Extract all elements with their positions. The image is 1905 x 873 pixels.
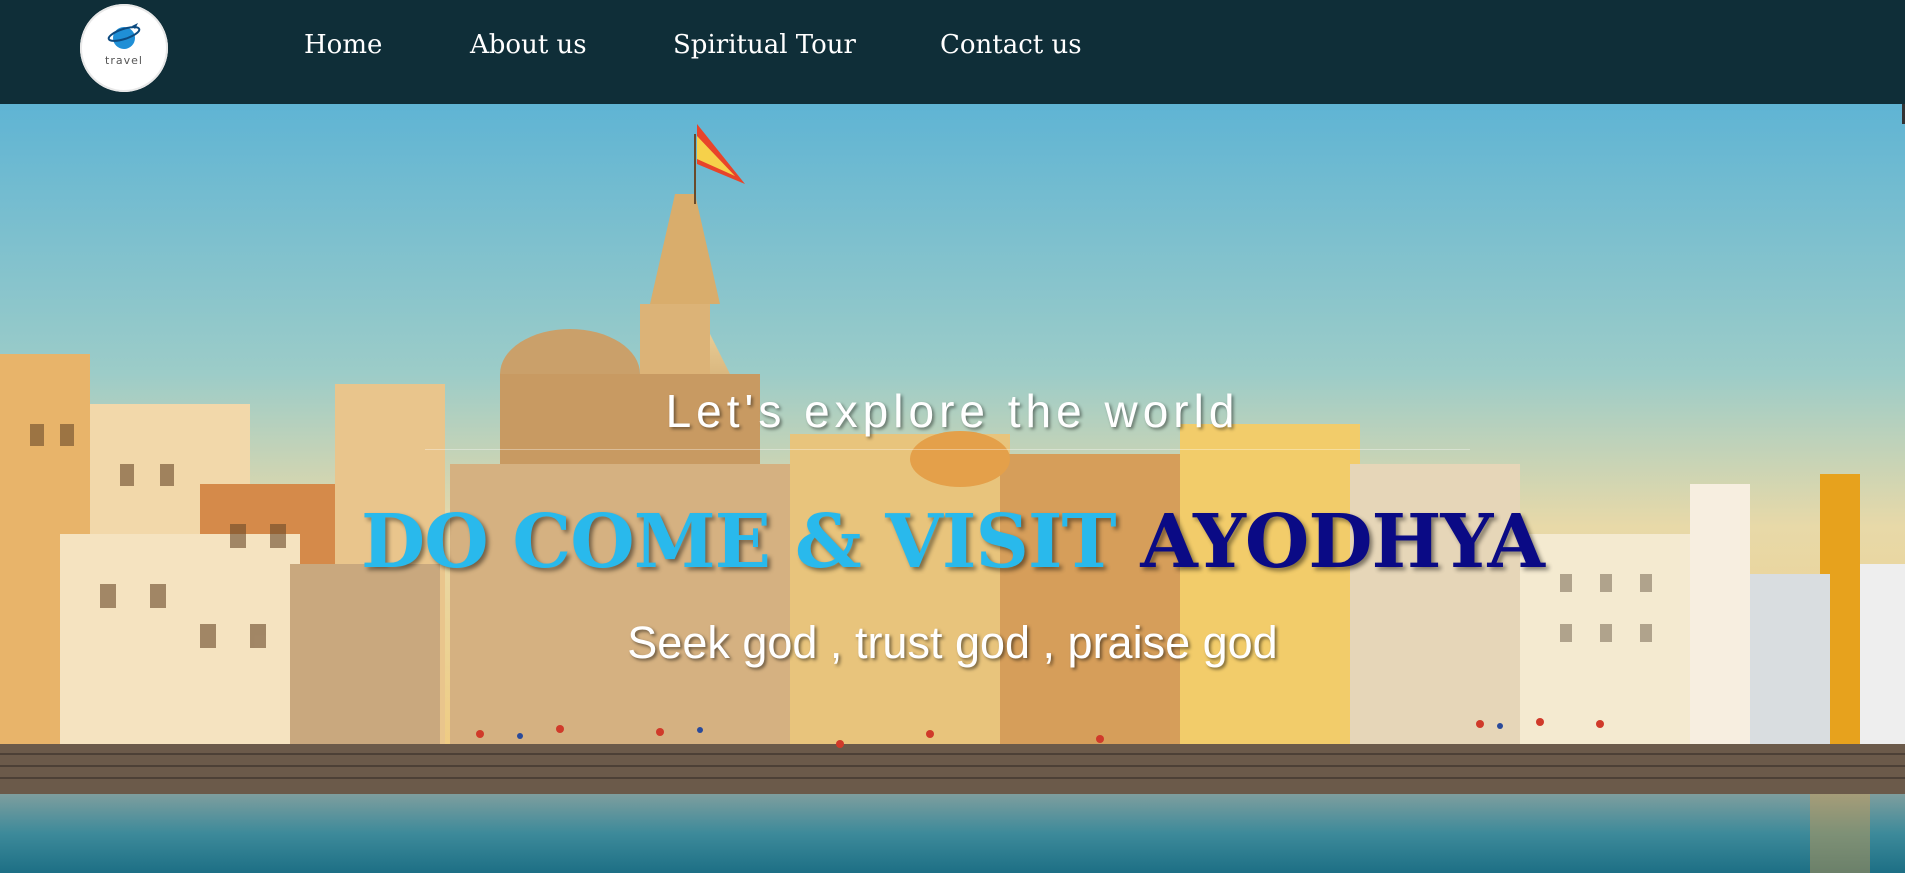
nav-home-link[interactable]: Home (304, 30, 382, 60)
hero-banner: Let's explore the world DO COME & VISIT … (0, 104, 1905, 873)
hero-subline: Seek god , trust god , praise god (627, 617, 1278, 668)
top-navbar: travel Home About us Spiritual Tour Cont… (0, 0, 1905, 104)
hero-tagline: Let's explore the world (665, 385, 1240, 437)
nav-spiritual-tour-link[interactable]: Spiritual Tour (673, 30, 856, 60)
hero-background-image (0, 104, 1905, 873)
nav-about-link[interactable]: About us (470, 30, 587, 60)
headline-part-1: DO COME & VISIT (361, 499, 1117, 585)
hero-divider (425, 449, 1470, 450)
nav-contact-link[interactable]: Contact us (940, 30, 1082, 60)
headline-part-2: AYODHYA (1140, 499, 1545, 585)
globe-plane-icon (107, 23, 141, 49)
logo-text: travel (105, 54, 143, 67)
hero-headline: DO COME & VISIT AYODHYA (0, 499, 1905, 585)
brand-logo[interactable]: travel (80, 4, 168, 92)
